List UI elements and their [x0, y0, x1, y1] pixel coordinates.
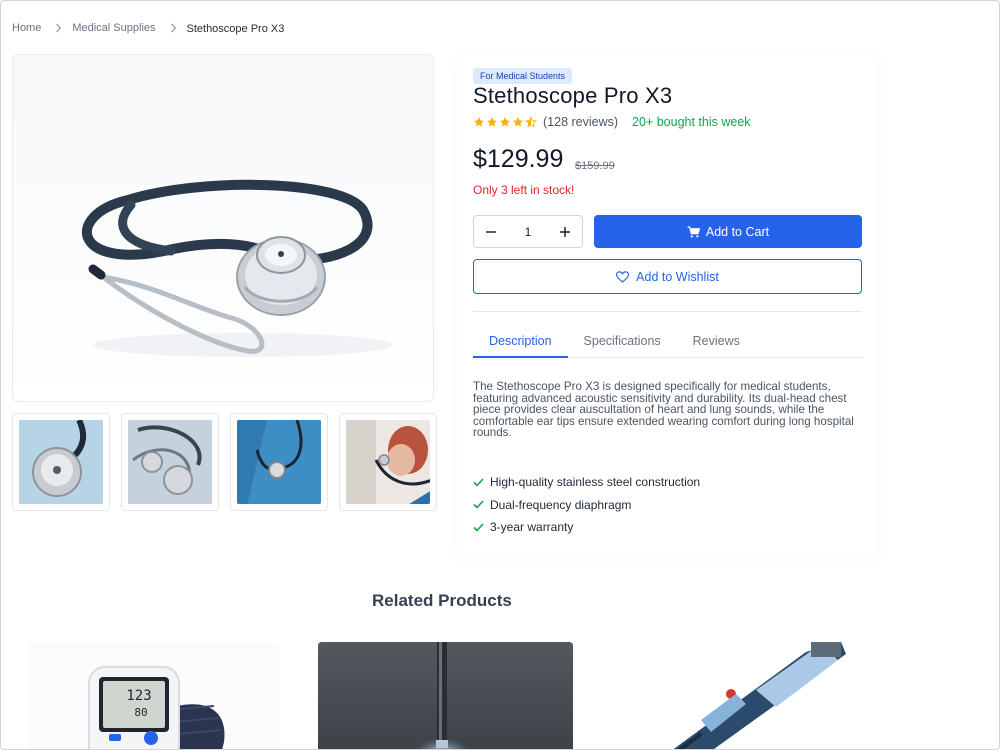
product-description: The Stethoscope Pro X3 is designed speci…	[473, 380, 854, 439]
cart-icon	[687, 225, 700, 237]
heart-icon	[616, 270, 630, 283]
breadcrumb-category[interactable]: Medical Supplies	[72, 22, 155, 34]
add-to-wishlist-label: Add to Wishlist	[636, 269, 719, 284]
product-tabs: Description Specifications Reviews	[473, 334, 862, 358]
purchase-count: 20+ bought this week	[632, 115, 751, 129]
increase-quantity-button[interactable]	[556, 223, 574, 241]
thumbnail-strip	[12, 413, 437, 511]
check-icon	[473, 523, 484, 532]
svg-text:80: 80	[134, 706, 147, 719]
product-title: Stethoscope Pro X3	[473, 83, 673, 108]
original-price: $159.99	[575, 160, 615, 172]
feature-item: High-quality stainless steel constructio…	[473, 471, 700, 494]
star-half-icon	[525, 116, 537, 128]
otoscope-image	[673, 642, 846, 749]
add-to-cart-button[interactable]: Add to Cart	[594, 215, 862, 248]
review-count[interactable]: (128 reviews)	[543, 115, 618, 129]
related-product-otoscope[interactable]	[606, 642, 861, 749]
stock-warning: Only 3 left in stock!	[473, 183, 575, 197]
related-products-heading: Related Products	[372, 591, 512, 610]
quantity-value[interactable]: 1	[525, 225, 532, 239]
penlight-image	[318, 642, 573, 749]
feature-item: Dual-frequency diaphragm	[473, 494, 700, 517]
feature-label: 3-year warranty	[490, 520, 574, 535]
chevron-right-icon	[55, 23, 62, 33]
rating-row: (128 reviews) 20+ bought this week	[473, 115, 751, 129]
tab-reviews[interactable]: Reviews	[677, 334, 756, 358]
feature-label: Dual-frequency diaphragm	[490, 497, 632, 512]
feature-item: 3-year warranty	[473, 516, 700, 539]
current-price: $129.99	[473, 145, 564, 173]
star-icon	[474, 117, 484, 127]
breadcrumb-current: Stethoscope Pro X3	[186, 23, 285, 35]
tab-specifications[interactable]: Specifications	[568, 334, 677, 358]
quantity-stepper: 1	[473, 215, 583, 248]
section-divider	[473, 311, 862, 312]
breadcrumb: Home Medical Supplies Stethoscope Pro X3	[12, 21, 284, 35]
minus-icon	[486, 230, 496, 233]
thumbnail-2[interactable]	[121, 413, 219, 511]
svg-text:123: 123	[126, 688, 151, 704]
audience-badge: For Medical Students	[473, 68, 573, 84]
stethoscope-on-scrubs-image	[237, 420, 321, 504]
add-to-cart-label: Add to Cart	[705, 224, 770, 239]
page-frame: Home Medical Supplies Stethoscope Pro X3	[0, 0, 1000, 750]
feature-list: High-quality stainless steel constructio…	[473, 471, 700, 539]
related-product-blood-pressure-monitor[interactable]: 123 80	[29, 642, 279, 749]
stethoscope-image	[82, 179, 393, 357]
decrease-quantity-button[interactable]	[482, 223, 500, 241]
chevron-right-icon	[170, 23, 177, 33]
stethoscope-closeup-image	[19, 420, 103, 504]
breadcrumb-home[interactable]: Home	[12, 22, 41, 34]
related-product-penlight[interactable]	[318, 642, 573, 749]
tab-description[interactable]: Description	[473, 334, 568, 358]
plus-icon	[560, 226, 570, 237]
add-to-wishlist-button[interactable]: Add to Wishlist	[473, 259, 862, 294]
check-icon	[473, 478, 484, 487]
thumbnail-3[interactable]	[230, 413, 328, 511]
star-icon	[500, 117, 510, 127]
two-stethoscopes-image	[128, 420, 212, 504]
feature-label: High-quality stainless steel constructio…	[490, 475, 701, 490]
star-icon	[513, 117, 523, 127]
star-rating[interactable]	[473, 116, 537, 128]
product-main-image[interactable]	[12, 54, 434, 402]
star-icon	[487, 117, 497, 127]
thumbnail-4[interactable]	[339, 413, 437, 511]
thumbnail-1[interactable]	[12, 413, 110, 511]
blood-pressure-monitor-image: 123 80	[88, 666, 225, 749]
doctor-with-stethoscope-image	[346, 420, 430, 504]
check-icon	[473, 500, 484, 509]
